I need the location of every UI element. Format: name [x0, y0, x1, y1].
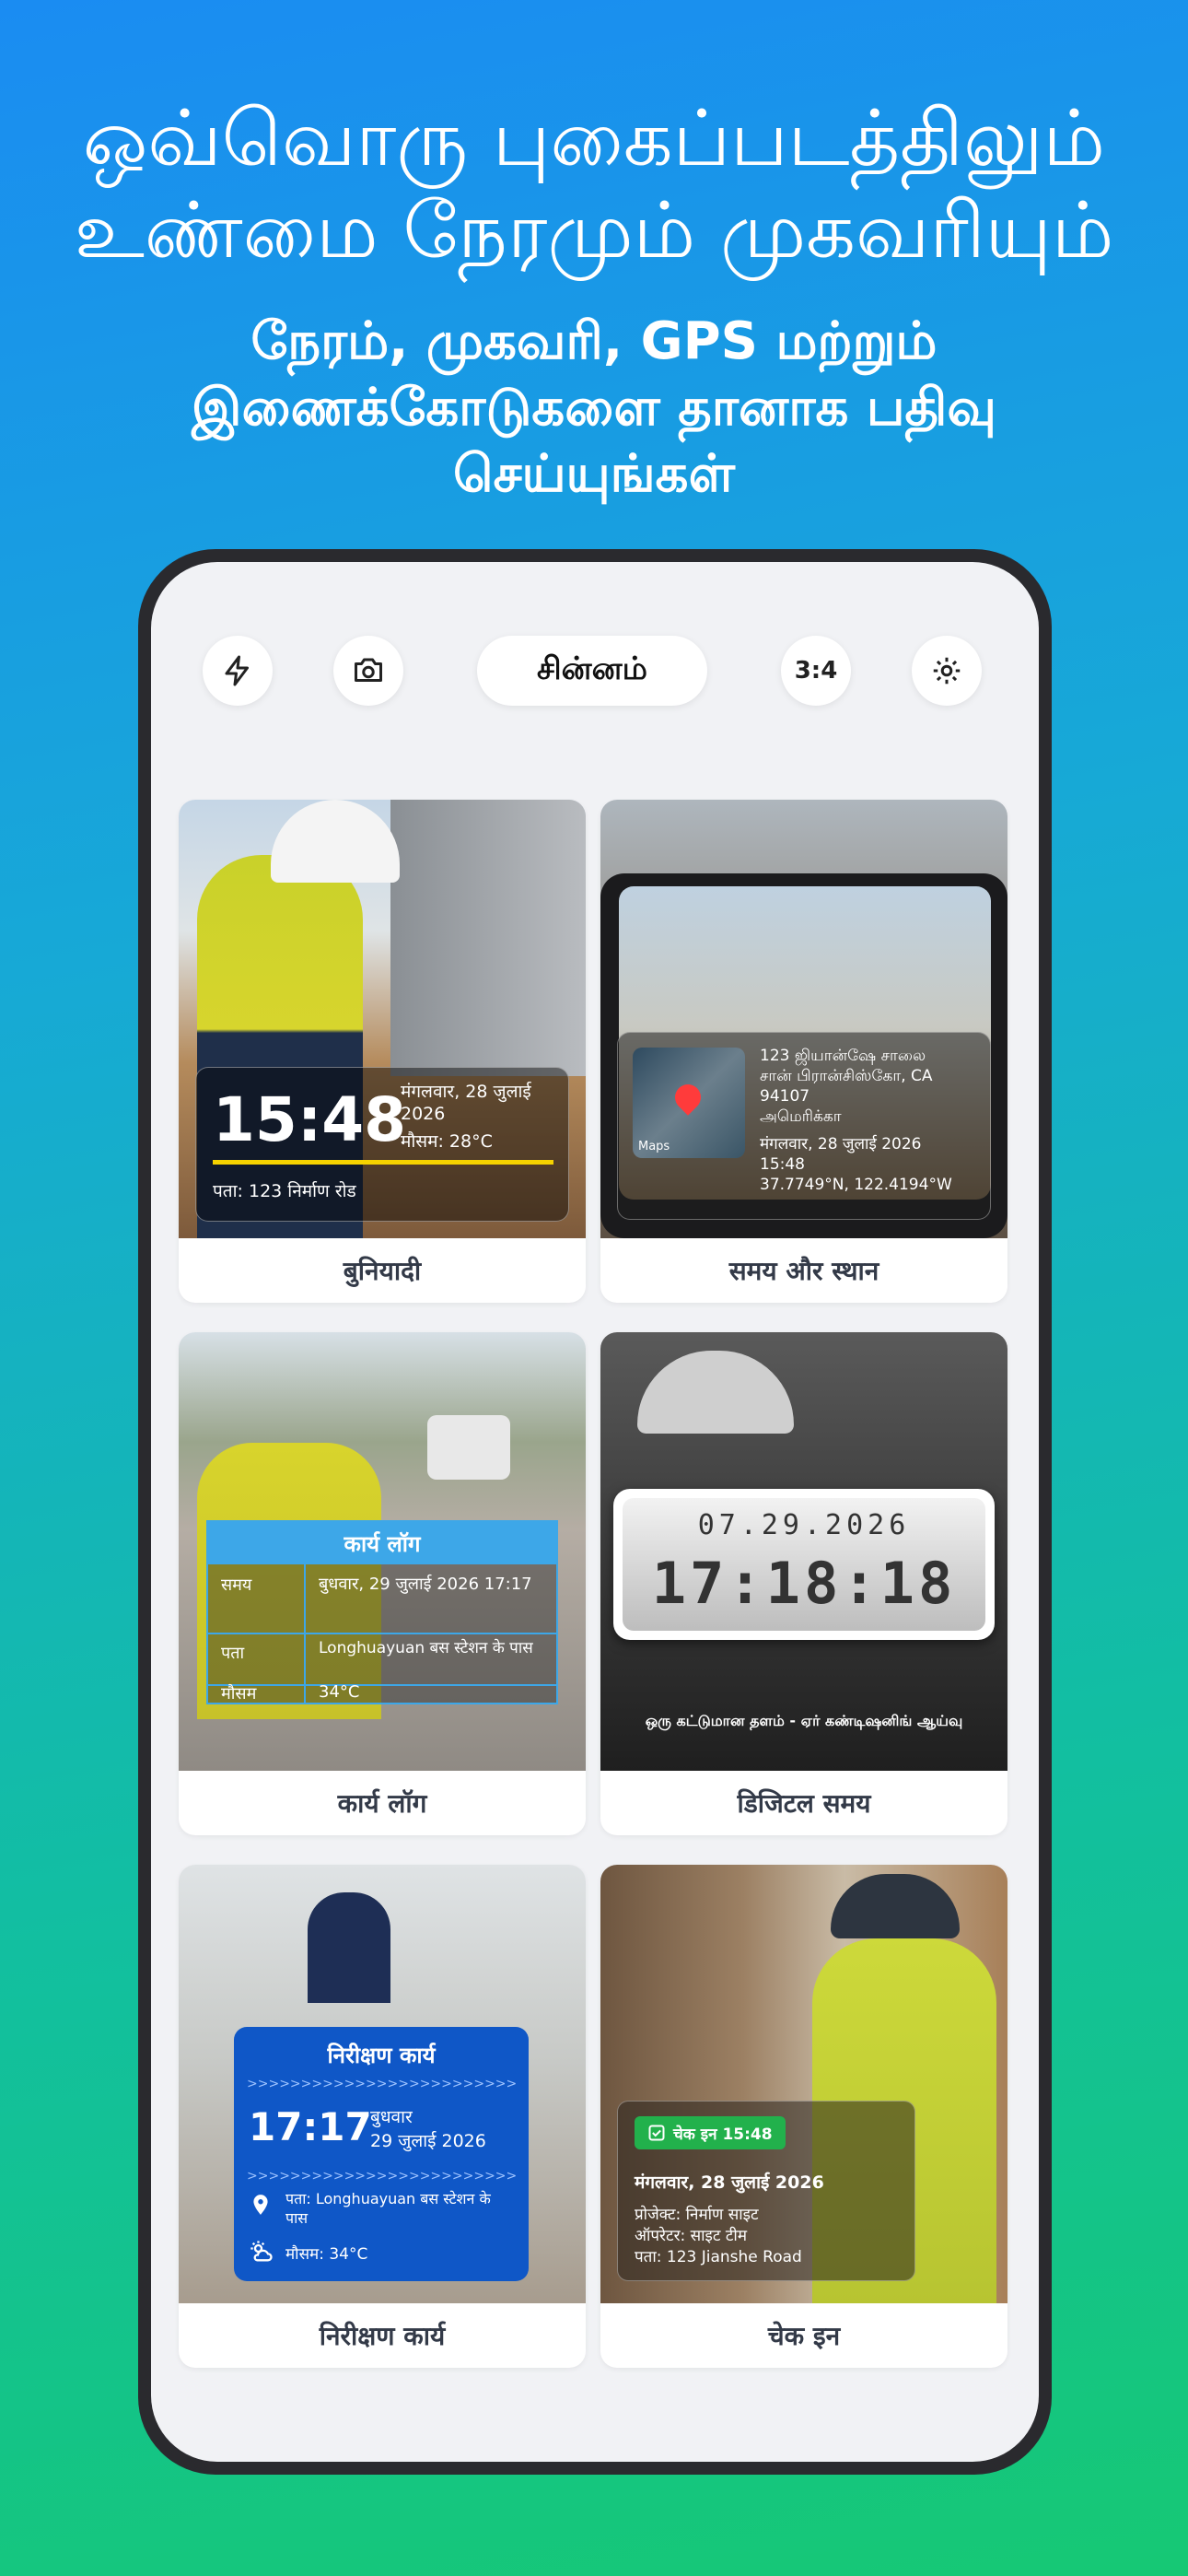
- overlay-accent-bar: [213, 1160, 553, 1165]
- phone-in-hand-photo: Maps 123 ஜியான்ஷே சாலை சான் பிரான்சிஸ்கோ…: [600, 800, 1007, 1238]
- location-pin-icon: [253, 2195, 268, 2215]
- clock-face: 07.29.2026 17:18:18: [623, 1498, 985, 1631]
- address-line-4: அமெரிக்கா: [760, 1107, 842, 1126]
- template-card-inspection[interactable]: निरीक्षण कार्य >>>>>>>>>>>>>>>>>>>>>>>>>…: [179, 1865, 586, 2368]
- overlay-date: मंगलवार, 28 जुलाई 2026: [760, 1135, 922, 1153]
- timestamp-overlay: 15:48 मंगलवार, 28 जुलाई 2026 मौसम: 28°C …: [195, 1067, 569, 1222]
- check-in-overlay: चेक इन 15:48 मंगलवार, 28 जुलाई 2026 प्रो…: [617, 2101, 915, 2281]
- check-in-badge: चेक इन 15:48: [635, 2116, 786, 2149]
- overlay-weather: मौसम: 28°C: [401, 1131, 493, 1152]
- arrow-divider: >>>>>>>>>>>>>>>>>>>>>>>>>>>>>>: [247, 2077, 516, 2091]
- office-cleaning-photo: निरीक्षण कार्य >>>>>>>>>>>>>>>>>>>>>>>>>…: [179, 1865, 586, 2303]
- aspect-ratio-button[interactable]: 3:4: [781, 636, 851, 706]
- truck-shape: [427, 1415, 510, 1480]
- subheadline-line-3: செய்யுங்கள்: [452, 444, 736, 504]
- card-label: कार्य लॉग: [337, 1788, 427, 1819]
- address-line-1: 123 ஜியான்ஷே சாலை: [760, 1047, 926, 1065]
- inspection-weather: मौसम: 34°C: [285, 2245, 368, 2264]
- clock-date: 07.29.2026: [697, 1509, 911, 1541]
- inspection-time: 17:17: [249, 2104, 372, 2149]
- card-label: बुनियादी: [343, 1256, 422, 1286]
- hard-hat-shape: [271, 800, 400, 883]
- overlay-time: 15:48: [213, 1084, 407, 1155]
- log-row-value: 34°C: [319, 1682, 360, 1702]
- checkbox-icon: [648, 2125, 665, 2141]
- maps-brand: Maps: [638, 1140, 670, 1153]
- worker-shape: [308, 1892, 390, 2003]
- clock-time: 17:18:18: [651, 1550, 957, 1617]
- check-in-badge-label: चेक इन 15:48: [673, 2125, 773, 2144]
- camera-toolbar: சின்னம் 3:4: [151, 636, 1039, 706]
- clock-caption: ஒரு கட்டுமான தளம் - ஏர் கண்டிஷனிங் ஆய்வு: [645, 1712, 963, 1729]
- camera-switch-button[interactable]: [333, 636, 403, 706]
- log-row-value: Longhuayuan बस स्टेशन के पास: [319, 1639, 533, 1657]
- log-row: मौसम 34°C: [208, 1682, 556, 1704]
- log-row-key: मौसम: [221, 1684, 257, 1704]
- log-divider: [304, 1686, 306, 1704]
- settings-button[interactable]: [912, 636, 982, 706]
- inspection-overlay: निरीक्षण कार्य >>>>>>>>>>>>>>>>>>>>>>>>>…: [234, 2027, 529, 2281]
- headline-line-1: ஒவ்வொரு புகைப்படத்திலும்: [82, 93, 1106, 183]
- overlay-date: मंगलवार, 28 जुलाई 2026: [401, 1082, 531, 1124]
- flash-button[interactable]: [203, 636, 273, 706]
- weather-icon: [250, 2241, 273, 2262]
- address-line-2: சான் பிரான்சிஸ்கோ, CA: [760, 1067, 933, 1085]
- work-log-overlay: कार्य लॉग समय बुधवार, 29 जुलाई 2026 17:1…: [206, 1520, 558, 1704]
- cap-shape: [831, 1874, 960, 1938]
- template-card-work-log[interactable]: कार्य लॉग समय बुधवार, 29 जुलाई 2026 17:1…: [179, 1332, 586, 1835]
- check-in-address: पता: 123 Jianshe Road: [635, 2248, 802, 2266]
- template-card-digital-time[interactable]: 07.29.2026 17:18:18 ஒரு கட்டுமான தளம் - …: [600, 1332, 1007, 1835]
- template-selector[interactable]: சின்னம்: [477, 636, 707, 706]
- map-thumbnail: Maps: [633, 1048, 745, 1158]
- electrical-panel-photo: 07.29.2026 17:18:18 ஒரு கட்டுமான தளம் - …: [600, 1332, 1007, 1771]
- lightning-icon: [225, 655, 249, 686]
- road-worker-photo: कार्य लॉग समय बुधवार, 29 जुलाई 2026 17:1…: [179, 1332, 586, 1771]
- location-text: 123 ஜியான்ஷே சாலை சான் பிரான்சிஸ்கோ, CA …: [760, 1046, 981, 1195]
- overlay-time: 15:48: [760, 1155, 805, 1174]
- card-label: चेक इन: [767, 2321, 841, 2351]
- check-in-operator: ऑपरेटर: साइट टीम: [635, 2227, 748, 2245]
- check-in-date: मंगलवार, 28 जुलाई 2026: [635, 2172, 824, 2193]
- digital-clock-overlay: 07.29.2026 17:18:18: [613, 1489, 995, 1640]
- card-label: समय और स्थान: [728, 1256, 879, 1286]
- address-line-3: 94107: [760, 1087, 810, 1106]
- template-card-check-in[interactable]: चेक इन 15:48 मंगलवार, 28 जुलाई 2026 प्रो…: [600, 1865, 1007, 2368]
- log-row: समय बुधवार, 29 जुलाई 2026 17:17: [208, 1564, 556, 1634]
- location-overlay: Maps 123 ஜியான்ஷே சாலை சான் பிரான்சிஸ்கோ…: [617, 1032, 991, 1220]
- arrow-divider: >>>>>>>>>>>>>>>>>>>>>>>>>>>>>>: [247, 2169, 516, 2184]
- template-card-basic[interactable]: 15:48 मंगलवार, 28 जुलाई 2026 मौसम: 28°C …: [179, 800, 586, 1303]
- overlay-coordinates: 37.7749°N, 122.4194°W: [760, 1176, 952, 1194]
- template-card-time-location[interactable]: Maps 123 ஜியான்ஷே சாலை சான் பிரான்சிஸ்கோ…: [600, 800, 1007, 1303]
- inspection-title: निरीक्षण कार्य: [327, 2043, 436, 2068]
- gear-icon: [933, 657, 961, 685]
- inspection-day: बुधवार: [370, 2107, 413, 2127]
- warehouse-worker-photo: चेक इन 15:48 मंगलवार, 28 जुलाई 2026 प्रो…: [600, 1865, 1007, 2303]
- construction-worker-photo: 15:48 मंगलवार, 28 जुलाई 2026 मौसम: 28°C …: [179, 800, 586, 1238]
- headline: ஒவ்வொரு புகைப்படத்திலும் உண்மை நேரமும் ம…: [0, 92, 1188, 276]
- inspection-address: पता: Longhuayuan बस स्टेशन के पास: [285, 2190, 491, 2227]
- camera-icon: [355, 658, 382, 682]
- log-row-key: समय: [221, 1575, 252, 1595]
- log-divider: [304, 1564, 306, 1634]
- phone-frame: சின்னம் 3:4 15:48 मंगलवार, 28 जुलाई 2026…: [138, 549, 1052, 2475]
- log-row: पता Longhuayuan बस स्टेशन के पास: [208, 1634, 556, 1686]
- log-row-key: पता: [221, 1644, 245, 1663]
- map-pin-icon: [670, 1079, 706, 1116]
- subheadline: நேரம், முகவரி, GPS மற்றும் இணைக்கோடுகளை …: [111, 309, 1077, 508]
- inspection-date: 29 जुलाई 2026: [370, 2131, 486, 2151]
- overlay-address: पता: 123 निर्माण रोड: [213, 1181, 356, 1201]
- work-log-title: कार्य लॉग: [208, 1522, 556, 1564]
- card-label: निरीक्षण कार्य: [319, 2321, 446, 2351]
- subheadline-line-2: இணைக்கோடுகளை தானாக பதிவு: [192, 378, 996, 438]
- hard-hat-shape: [637, 1351, 794, 1434]
- card-label: डिजिटल समय: [737, 1788, 871, 1819]
- building-shape: [390, 800, 586, 1076]
- check-in-project: प्रोजेक्ट: निर्माण साइट: [635, 2206, 759, 2224]
- phone-screen: சின்னம் 3:4 15:48 मंगलवार, 28 जुलाई 2026…: [151, 562, 1039, 2462]
- log-row-value: बुधवार, 29 जुलाई 2026 17:17: [319, 1575, 532, 1594]
- subheadline-line-1: நேரம், முகவரி, GPS மற்றும்: [250, 311, 938, 371]
- headline-line-2: உண்மை நேரமும் முகவரியும்: [74, 185, 1114, 275]
- log-divider: [304, 1634, 306, 1686]
- check-in-details: प्रोजेक्ट: निर्माण साइट ऑपरेटर: साइट टीम…: [635, 2205, 802, 2268]
